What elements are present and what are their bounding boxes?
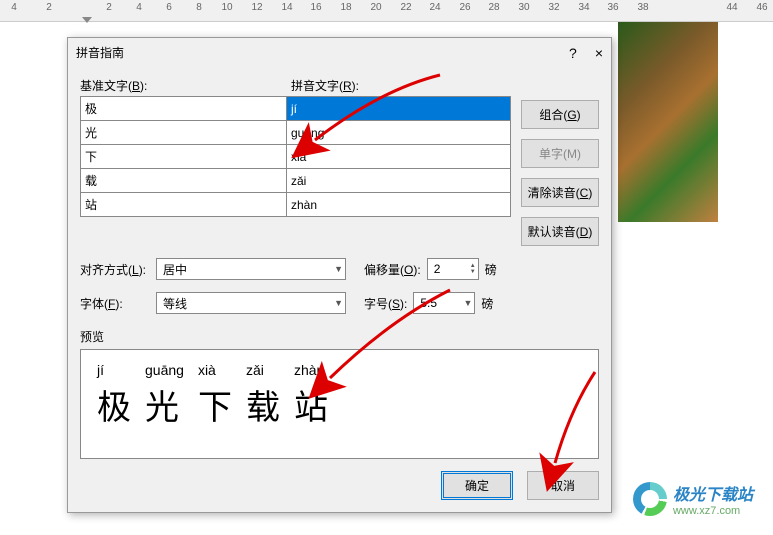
ruby-cell[interactable]: guāng [287,121,511,145]
font-value: 等线 [163,295,187,312]
ruler-tick: 28 [488,2,499,13]
single-char-button[interactable]: 单字(M) [521,139,599,168]
ruler-tick: 34 [578,2,589,13]
fontsize-select[interactable]: 5.5 ▼ [413,292,475,314]
point-unit: 磅 [485,261,497,278]
chevron-down-icon: ▼ [334,298,343,308]
document-image [618,22,718,222]
preview-hanzi: 光 [145,380,184,429]
ruler-tick: 18 [340,2,351,13]
ruler-tick: 30 [518,2,529,13]
ruler-tick: 22 [400,2,411,13]
ruby-cell[interactable]: zǎi [287,169,511,193]
ruler-tick: 4 [11,2,17,13]
dialog-titlebar: 拼音指南 ? × [68,38,611,67]
ruler-tick: 46 [756,2,767,13]
ruby-cell[interactable]: jí [287,97,511,121]
default-reading-button[interactable]: 默认读音(D) [521,217,599,246]
ruby-text-label: 拼音文字(R): [291,77,599,94]
preview-hanzi: 下 [198,380,232,429]
ruler-tick: 4 [136,2,142,13]
base-cell[interactable]: 极 [81,97,287,121]
point-unit: 磅 [481,295,493,312]
base-cell[interactable]: 光 [81,121,287,145]
chevron-down-icon: ▼ [463,298,472,308]
clear-reading-button[interactable]: 清除读音(C) [521,178,599,207]
ruby-cell[interactable]: zhàn [287,193,511,217]
ruler-tick: 44 [726,2,737,13]
table-row: 载 zǎi [81,169,511,193]
watermark-logo: 极光下载站 www.xz7.com [633,481,753,517]
ruler-tick: 2 [106,2,112,13]
base-text-label: 基准文字(B): [80,77,291,94]
dialog-title: 拼音指南 [76,44,124,61]
fontsize-label: 字号(S): [364,295,407,312]
close-button[interactable]: × [595,45,603,61]
preview-hanzi: 站 [294,380,328,429]
font-label: 字体(F): [80,295,150,312]
preview-pinyin: xià [198,362,232,378]
table-row: 极 jí [81,97,511,121]
font-select[interactable]: 等线 ▼ [156,292,346,314]
combine-button[interactable]: 组合(G) [521,100,599,129]
ruler-tick: 36 [607,2,618,13]
table-row: 光 guāng [81,121,511,145]
spinner-icon: ▲▼ [470,263,476,275]
indent-marker-icon[interactable] [82,17,92,23]
ruby-cell[interactable]: xià [287,145,511,169]
ruler-tick: 8 [196,2,202,13]
alignment-select[interactable]: 居中 ▼ [156,258,346,280]
horizontal-ruler: 4 2 2 4 6 8 10 12 14 16 18 20 22 24 26 2… [0,0,773,22]
fontsize-value: 5.5 [420,296,437,310]
ruler-tick: 24 [429,2,440,13]
preview-label: 预览 [80,328,599,345]
ok-button[interactable]: 确定 [441,471,513,500]
chevron-down-icon: ▼ [334,264,343,274]
ruler-tick: 16 [310,2,321,13]
preview-pinyin: guāng [145,362,184,378]
offset-spinner[interactable]: 2 ▲▼ [427,258,479,280]
ruler-tick: 10 [221,2,232,13]
alignment-label: 对齐方式(L): [80,261,150,278]
base-cell[interactable]: 站 [81,193,287,217]
ruler-tick: 6 [166,2,172,13]
preview-hanzi: 极 [97,380,131,429]
preview-hanzi: 载 [246,380,280,429]
table-row: 站 zhàn [81,193,511,217]
watermark-url: www.xz7.com [673,505,753,517]
ruler-tick: 26 [459,2,470,13]
ruler-tick: 38 [637,2,648,13]
preview-area: jí 极 guāng 光 xià 下 zǎi 载 zhàn 站 [80,349,599,459]
offset-label: 偏移量(O): [364,261,421,278]
ruler-tick: 20 [370,2,381,13]
help-button[interactable]: ? [569,45,577,61]
preview-pinyin: zhàn [294,362,328,378]
preview-pinyin: jí [97,362,131,378]
ruler-tick: 12 [251,2,262,13]
ruler-tick: 32 [548,2,559,13]
base-cell[interactable]: 载 [81,169,287,193]
base-cell[interactable]: 下 [81,145,287,169]
table-row: 下 xià [81,145,511,169]
ruler-tick: 2 [46,2,52,13]
ruler-tick: 14 [281,2,292,13]
cancel-button[interactable]: 取消 [527,471,599,500]
watermark-name: 极光下载站 [673,481,753,505]
alignment-value: 居中 [163,261,187,278]
preview-pinyin: zǎi [246,362,280,378]
phonetic-table: 极 jí 光 guāng 下 xià 载 zǎi [80,96,511,217]
logo-icon [633,482,667,516]
offset-value: 2 [434,262,441,276]
phonetic-guide-dialog: 拼音指南 ? × 基准文字(B): 拼音文字(R): 极 jí [67,37,612,513]
